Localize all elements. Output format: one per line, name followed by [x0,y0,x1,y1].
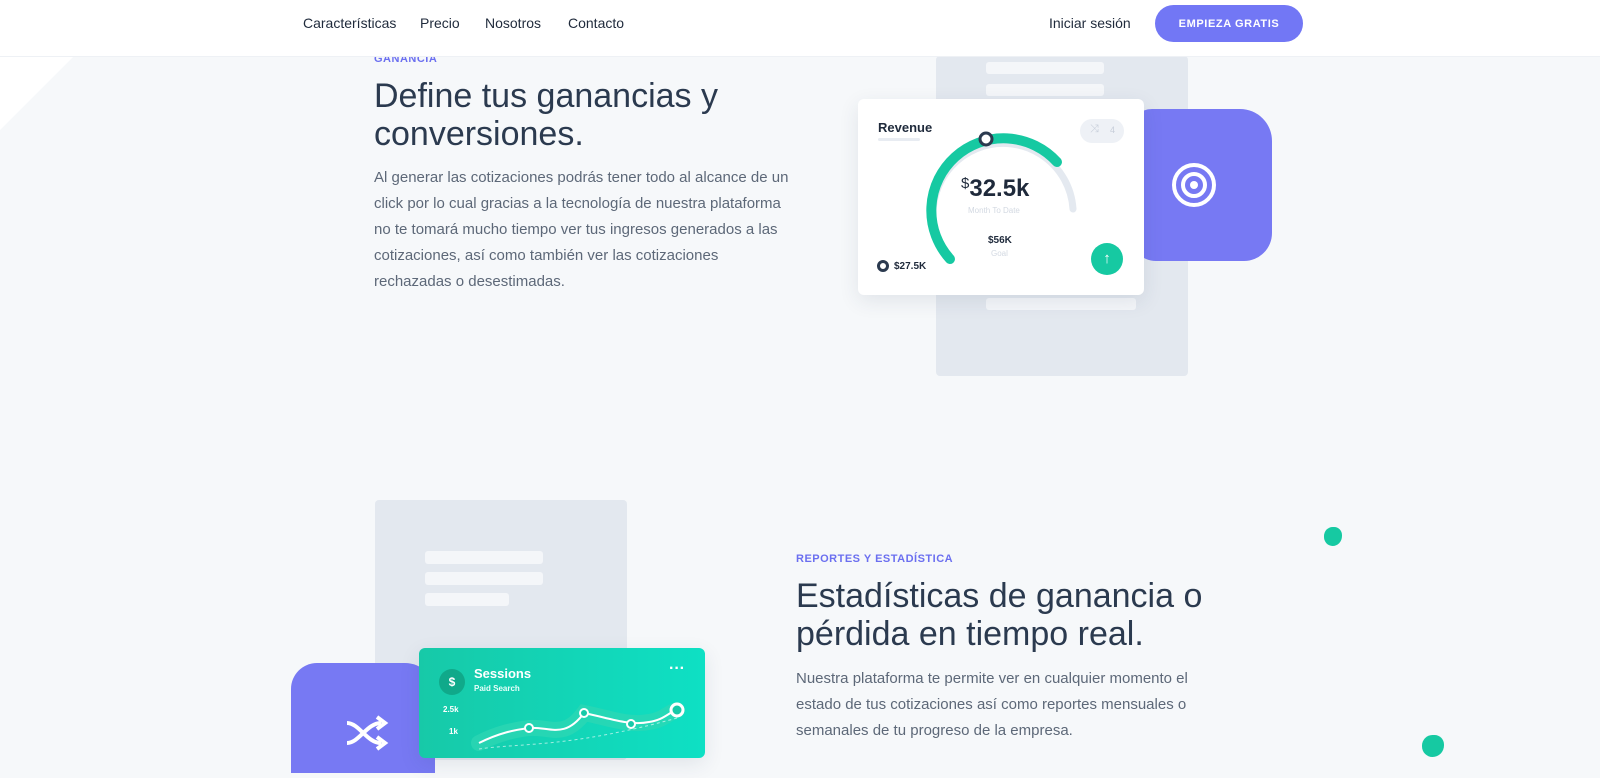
arrow-up-icon[interactable]: ↑ [1091,243,1123,275]
body-line: semanales de tu progreso de la empresa. [796,722,1073,739]
sessions-card: $ Sessions Paid Search ··· 2.5k 1k [419,648,705,758]
decorative-dot [1422,735,1444,757]
placeholder-line [425,572,543,585]
title-line: pérdida en tiempo real. [796,615,1144,653]
placeholder-line [986,62,1104,74]
target-icon [1172,163,1216,207]
nav-link-nosotros[interactable]: Nosotros [485,15,541,31]
start-marker-icon [877,260,889,272]
revenue-card: Revenue ⤨ 4 $32.5k Month To Date $56K Go… [858,99,1144,295]
shuffle-blob [291,663,435,773]
target-blob [1130,109,1272,261]
shuffle-icon [346,715,389,751]
body-line: Al generar las cotizaciones podrás tener… [374,169,789,186]
nav-link-precio[interactable]: Precio [420,15,460,31]
title-line: Define tus ganancias y [374,77,718,115]
nav-link-contacto[interactable]: Contacto [568,15,624,31]
placeholder-line [986,84,1104,96]
start-free-button[interactable]: EMPIEZA GRATIS [1155,5,1303,42]
top-navbar: Características Precio Nosotros Contacto… [0,0,1600,57]
decorative-corner [0,56,74,130]
revenue-subtitle: Month To Date [968,206,1020,215]
decorative-dot [1324,527,1342,546]
section-eyebrow-reportes: REPORTES Y ESTADÍSTICA [796,553,954,565]
body-line: click por lo cual gracias a la tecnologí… [374,195,781,212]
login-link[interactable]: Iniciar sesión [1049,15,1131,31]
placeholder-line [425,551,543,564]
title-line: conversiones. [374,115,584,153]
nav-link-caracteristicas[interactable]: Características [303,15,396,31]
section-title-reportes: Estadísticas de ganancia o pérdida en ti… [796,577,1202,653]
section-body-reportes: Nuestra plataforma te permite ver en cua… [796,666,1226,744]
revenue-value: $32.5k [961,175,1029,203]
body-line: cotizaciones, así como también ver las c… [374,247,719,264]
body-line: Nuestra plataforma te permite ver en cua… [796,670,1188,687]
section-body-ganancia: Al generar las cotizaciones podrás tener… [374,165,804,295]
section-title-ganancia: Define tus ganancias y conversiones. [374,77,718,153]
body-line: no te tomará mucho tiempo ver tus ingres… [374,221,778,238]
sessions-sparkline [471,702,685,751]
body-line: estado de tus cotizaciones así como repo… [796,696,1187,713]
body-line: rechazadas o desestimadas. [374,273,565,290]
title-line: Estadísticas de ganancia o [796,577,1203,615]
start-value: $27.5K [894,261,927,272]
revenue-amount: 32.5k [969,175,1030,202]
goal-value: $56K [988,235,1012,246]
placeholder-line [425,593,509,606]
placeholder-line [986,298,1136,310]
goal-label: Goal [991,249,1008,258]
